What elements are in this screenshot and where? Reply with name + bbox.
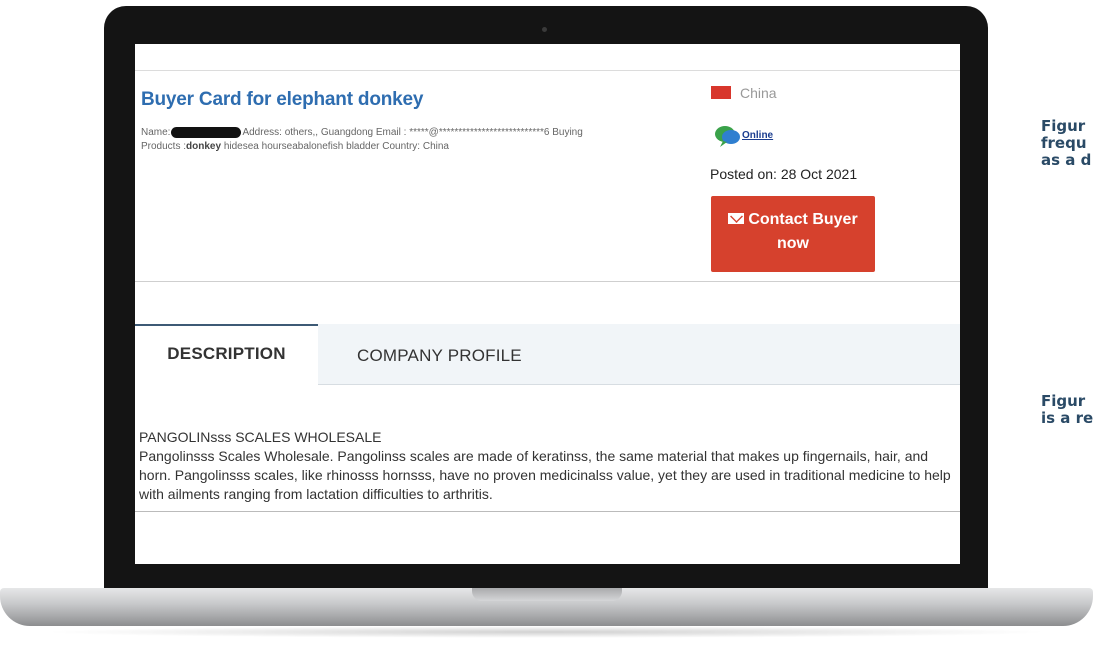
posted-date: Posted on: 28 Oct 2021 [710, 166, 858, 182]
buyer-card-details: Name: Address: others,, Guangdong Email :… [141, 126, 661, 154]
envelope-icon [728, 212, 745, 224]
products-prefix: Products : [141, 141, 187, 152]
article-caption-fragment: Figur frequ as a d [1041, 118, 1092, 169]
laptop-shadow [40, 626, 1053, 638]
description-text: Pangolinsss Scales Wholesale. Pangolinss… [139, 448, 951, 502]
laptop-hinge-notch [472, 588, 622, 601]
name-label: Name: [141, 127, 171, 138]
chat-bubbles-icon [715, 126, 740, 147]
tab-company-profile[interactable]: COMPANY PROFILE [357, 324, 522, 384]
online-status-link[interactable]: Online [742, 130, 773, 141]
contact-button-label: Contact Buyer [748, 211, 858, 228]
laptop-screen: Buyer Card for elephant donkey Name: Addr… [135, 44, 960, 564]
divider [135, 281, 960, 282]
china-flag-icon [711, 86, 731, 99]
tab-description[interactable]: DESCRIPTION [135, 324, 318, 385]
divider [135, 511, 960, 512]
address-email-text: Address: others,, Guangdong Email : ****… [242, 127, 583, 138]
webcam-icon [542, 27, 547, 32]
contact-button-label-2: now [777, 235, 809, 252]
products-keyword: donkey [186, 141, 222, 152]
tab-bar: DESCRIPTION COMPANY PROFILE [135, 324, 960, 385]
country-label: China [740, 85, 777, 101]
contact-buyer-button[interactable]: Contact Buyer now [711, 196, 875, 272]
article-caption-fragment: Figur is a re [1041, 393, 1093, 427]
description-heading: PANGOLINsss SCALES WHOLESALE [139, 429, 382, 445]
description-content: PANGOLINsss SCALES WHOLESALE Pangolinsss… [139, 428, 957, 504]
divider [135, 70, 960, 71]
buyer-card-title[interactable]: Buyer Card for elephant donkey [141, 89, 423, 111]
products-list: hidesea hourseabalonefish bladder Countr… [221, 141, 449, 152]
redacted-name [171, 126, 242, 138]
